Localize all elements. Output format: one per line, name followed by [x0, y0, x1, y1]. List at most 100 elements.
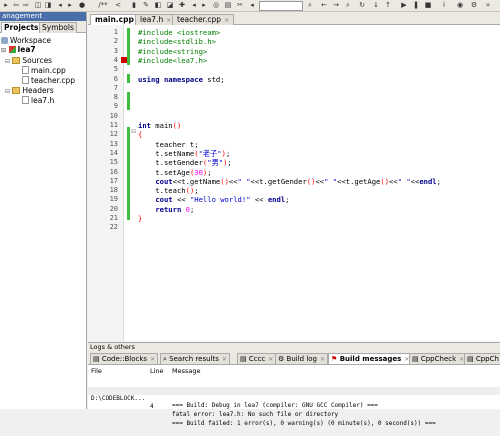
close-icon[interactable]: ✕	[224, 17, 229, 24]
search-icon[interactable]: ⌕	[344, 1, 352, 9]
tools-icon[interactable]: ⚙	[470, 1, 478, 9]
prev-match-icon[interactable]: ◂	[248, 1, 256, 9]
stop-icon[interactable]: ✚	[178, 1, 186, 9]
code-line[interactable]: #include<stdlib.h>	[138, 37, 216, 46]
wand-icon[interactable]: ✎	[142, 1, 150, 9]
line-number: 15	[109, 158, 118, 167]
tab-lea7-h[interactable]: lea7.h ✕	[135, 14, 177, 25]
code-line[interactable]: return 0;	[138, 205, 194, 214]
code-line[interactable]: #include<lea7.h>	[138, 56, 207, 65]
close-icon[interactable]: ✕	[150, 356, 155, 363]
forward-icon[interactable]: ⇨	[22, 1, 30, 9]
code-line[interactable]: t.teach();	[138, 186, 198, 195]
highlight-icon[interactable]: ◧	[154, 1, 162, 9]
code-line[interactable]: t.setGender("男");	[138, 158, 231, 167]
logs-tabs: ▤ Code::Blocks ✕ ⌕ Search results ✕ ▤ Cccc…	[88, 351, 500, 365]
watch-icon[interactable]: ◉	[456, 1, 464, 9]
line-number: 20	[109, 204, 118, 213]
fold-icon[interactable]: ⊟	[131, 128, 136, 135]
tree-file-lea7h[interactable]: lea7.h	[22, 96, 54, 105]
editor-tabs: main.cpp✕ lea7.h✕ teacher.cpp✕	[88, 12, 500, 25]
tab-search-results[interactable]: ⌕ Search results ✕	[160, 353, 230, 364]
toggle-bookmark-icon[interactable]: ◪	[166, 1, 174, 9]
tab-teacher-cpp[interactable]: teacher.cpp ✕	[172, 14, 235, 25]
column-line[interactable]: Line	[150, 367, 164, 375]
bookmark-icon[interactable]: ▮	[130, 1, 138, 9]
collapse-icon[interactable]: ⊟	[1, 47, 6, 54]
comment-icon[interactable]: /**	[94, 1, 112, 9]
match-icon[interactable]: ◎	[212, 1, 220, 9]
code-editor[interactable]: ⊟ 1 #include <iostream> 2 #include<stdlib.h…	[88, 25, 500, 341]
workspace-icon	[1, 37, 8, 44]
change-bar	[127, 28, 130, 65]
code-line[interactable]: t.setName("老子");	[138, 149, 230, 158]
column-file[interactable]: File	[91, 367, 102, 375]
code-line[interactable]: {	[138, 130, 142, 139]
close-icon[interactable]: ✕	[320, 356, 325, 363]
tool-icon[interactable]: ✂	[236, 1, 244, 9]
collapse-icon[interactable]: ⊟	[5, 58, 10, 65]
line-number: 6	[113, 74, 118, 83]
code-line[interactable]: t.setAge(30);	[138, 168, 211, 177]
select-icon[interactable]: ▤	[224, 1, 232, 9]
pause-icon[interactable]: ❚	[412, 1, 420, 9]
tab-symbols[interactable]: Symbols	[39, 22, 77, 33]
table-row[interactable]: === Build failed: 1 error(s), 0 warning(…	[88, 396, 500, 427]
code-line[interactable]: cout << "Hello world!" << endl;	[138, 195, 289, 204]
tree-project[interactable]: ⊟ lea7	[1, 45, 36, 54]
replace-icon[interactable]: ◨	[44, 1, 52, 9]
find-icon[interactable]: ◫	[34, 1, 42, 9]
next-bookmark-icon[interactable]: ▸	[200, 1, 208, 9]
run-icon[interactable]: ▶	[400, 1, 408, 9]
close-icon[interactable]: ✕	[268, 356, 273, 363]
code-line[interactable]: cout<<t.getName()<<" "<<t.getGender()<<"…	[138, 177, 441, 186]
toolbar-combo[interactable]	[259, 1, 303, 11]
tab-build-log[interactable]: ⚙ Build log ✕	[275, 353, 329, 364]
tree-file-teacher[interactable]: teacher.cpp	[22, 76, 75, 85]
info-icon[interactable]: i	[440, 1, 448, 9]
step-out-icon[interactable]: ↑	[384, 1, 392, 9]
tree-headers[interactable]: ⊟ Headers	[5, 86, 54, 95]
prev-bookmark-icon[interactable]: ◂	[190, 1, 198, 9]
back-icon[interactable]: ⇦	[12, 1, 20, 9]
step-icon[interactable]: ↻	[358, 1, 366, 9]
code-line[interactable]: }	[138, 214, 142, 223]
tab-projects[interactable]: Projects	[1, 22, 42, 33]
build-messages-list[interactable]: File Line Message === Build: Debug in le…	[88, 365, 500, 427]
open-icon[interactable]: ▸	[2, 1, 10, 9]
arrow-right-icon[interactable]: →	[332, 1, 340, 9]
code-line[interactable]: teacher t;	[138, 140, 198, 149]
tab-cccc[interactable]: ▤ Cccc ✕	[237, 353, 277, 364]
arrow-left-icon[interactable]: ←	[320, 1, 328, 9]
column-message[interactable]: Message	[172, 367, 201, 375]
line-number: 12	[109, 130, 118, 139]
tab-build-messages[interactable]: ⚑ Build messages ✕	[328, 353, 413, 364]
close-icon[interactable]: ✕	[222, 356, 227, 363]
code-line[interactable]: using namespace std;	[138, 75, 225, 84]
tree-file-main[interactable]: main.cpp	[22, 66, 66, 75]
collapse-icon[interactable]: ⊟	[5, 88, 10, 95]
more-icon[interactable]: »	[484, 1, 492, 9]
stop-debug-icon[interactable]: ■	[424, 1, 432, 9]
zoom-icon[interactable]: ⌕	[306, 1, 314, 9]
log-icon: ▤	[93, 355, 102, 363]
table-row[interactable]: === Build: Debug in lea7 (compiler: GNU …	[88, 378, 500, 409]
line-number: 4	[113, 55, 118, 64]
tab-codeblocks[interactable]: ▤ Code::Blocks ✕	[90, 353, 159, 364]
step-into-icon[interactable]: ↓	[372, 1, 380, 9]
code-line[interactable]: #include <iostream>	[138, 28, 220, 37]
tab-cppcheck[interactable]: ▤ CppCheck ✕	[409, 353, 468, 364]
main-toolbar: ▸ ⇦ ⇨ ◫ ◨ ◂ ▸ ● /** < ▮ ✎ ◧ ◪ ✚ ◂ ▸ ◎ ▤ …	[0, 0, 500, 12]
next-icon[interactable]: ▸	[66, 1, 74, 9]
jump-icon[interactable]: <	[114, 1, 122, 9]
tree-workspace[interactable]: Workspace	[1, 36, 51, 45]
table-row[interactable]: D:\CODEBLOCK... 4 fatal error: lea7.h: N…	[88, 387, 500, 418]
code-line[interactable]: int main()	[138, 121, 181, 130]
tab-cppcheck-2[interactable]: ▤ CppCh	[464, 353, 500, 364]
prev-icon[interactable]: ◂	[56, 1, 64, 9]
line-number: 3	[113, 46, 118, 55]
tree-sources[interactable]: ⊟ Sources	[5, 56, 52, 65]
debug-icon[interactable]: ●	[78, 1, 86, 9]
code-line[interactable]: #include<string>	[138, 47, 207, 56]
close-icon[interactable]: ✕	[166, 17, 171, 24]
